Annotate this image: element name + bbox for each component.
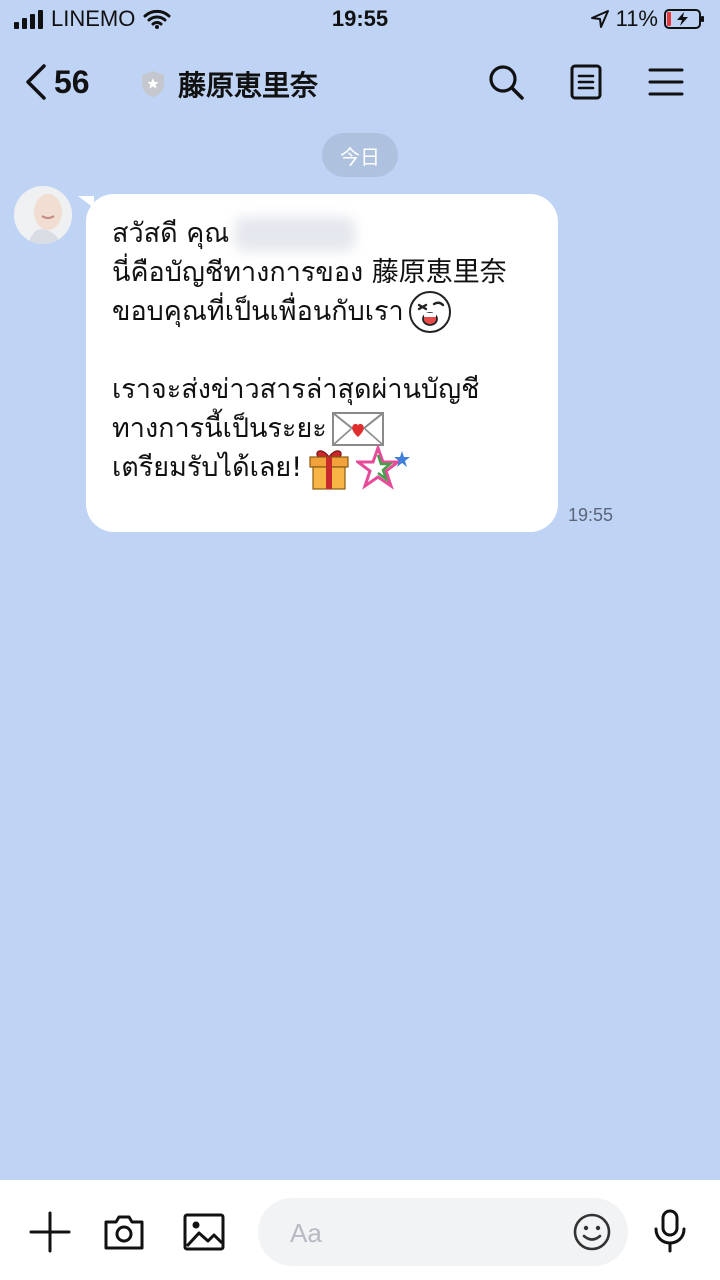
- message-line-6: เตรียมรับได้เลย!: [112, 452, 303, 483]
- chat-title-wrap[interactable]: 藤原恵里奈: [140, 64, 318, 104]
- message-line-5: ทางการนี้เป็นระยะ: [112, 413, 327, 444]
- sticker-face-icon: [408, 290, 451, 333]
- gift-icon: [309, 449, 349, 490]
- back-chevron-icon: [26, 64, 46, 100]
- chat-title: 藤原恵里奈: [178, 70, 319, 101]
- camera-icon: [104, 1215, 144, 1250]
- battery-percent: 11%: [615, 6, 658, 31]
- message-line: นี่คือบัญชีทางการของ 藤原恵里奈: [112, 253, 542, 292]
- message-time: 19:55: [568, 505, 614, 525]
- message-input[interactable]: [288, 1214, 562, 1252]
- message-text: สวัสดี คุณ นี่คือบัญชีทางการของ 藤原恵里奈 ขอ…: [112, 214, 542, 490]
- avatar[interactable]: [14, 186, 72, 244]
- chat-screen: LINEMO 19:55 11% 56 藤原恵里奈 今日 สวัสดี คุณ …: [0, 0, 720, 1280]
- search-button[interactable]: [486, 62, 526, 102]
- message-line: ทางการนี้เป็นระยะ: [112, 409, 542, 448]
- chat-header: 56 藤原恵里奈: [0, 52, 720, 112]
- message-line: สวัสดี คุณ: [112, 214, 542, 253]
- search-icon: [489, 65, 524, 100]
- message-line-3: ขอบคุณที่เป็นเพื่อนกับเรา: [112, 296, 404, 327]
- image-icon: [183, 1213, 225, 1251]
- location-arrow-icon: [590, 10, 609, 28]
- message-line: เตรียมรับได้เลย!: [112, 444, 542, 490]
- status-bar: LINEMO 19:55 11%: [0, 0, 720, 40]
- blurred-name: [235, 216, 356, 251]
- message-bubble[interactable]: สวัสดี คุณ นี่คือบัญชีทางการของ 藤原恵里奈 ขอ…: [86, 194, 558, 532]
- message-input-wrap[interactable]: [258, 1198, 628, 1266]
- date-separator: 今日: [322, 133, 398, 177]
- camera-button[interactable]: [102, 1210, 146, 1254]
- avatar-photo: [14, 186, 72, 244]
- menu-icon: [648, 68, 684, 96]
- message-line: ขอบคุณที่เป็นเพื่อนกับเรา: [112, 290, 542, 333]
- unread-count: 56: [54, 63, 90, 100]
- message-greeting: สวัสดี คุณ: [112, 218, 230, 249]
- official-shield-icon: [142, 71, 164, 97]
- status-right: 11%: [590, 6, 706, 32]
- menu-button[interactable]: [646, 62, 686, 102]
- sparkle-stars-icon: [356, 444, 411, 490]
- plus-icon: [29, 1211, 71, 1253]
- image-button[interactable]: [182, 1210, 226, 1254]
- composer-bar: [0, 1180, 720, 1280]
- notes-button[interactable]: [566, 62, 606, 102]
- message-line: เราจะส่งข่าวสารล่าสุดผ่านบัญชี: [112, 370, 542, 409]
- emoji-icon[interactable]: [572, 1212, 612, 1252]
- message-line-2: นี่คือบัญชีทางการของ 藤原恵里奈: [112, 257, 507, 288]
- battery-charging-icon: [664, 9, 704, 29]
- message-gap: [112, 331, 542, 370]
- notes-icon: [570, 64, 602, 100]
- back-button[interactable]: 56: [24, 62, 90, 102]
- plus-button[interactable]: [28, 1210, 72, 1254]
- love-letter-icon: [331, 411, 384, 446]
- message-line-4: เราจะส่งข่าวสารล่าสุดผ่านบัญชี: [112, 374, 480, 405]
- microphone-icon: [654, 1209, 686, 1253]
- microphone-button[interactable]: [650, 1208, 694, 1253]
